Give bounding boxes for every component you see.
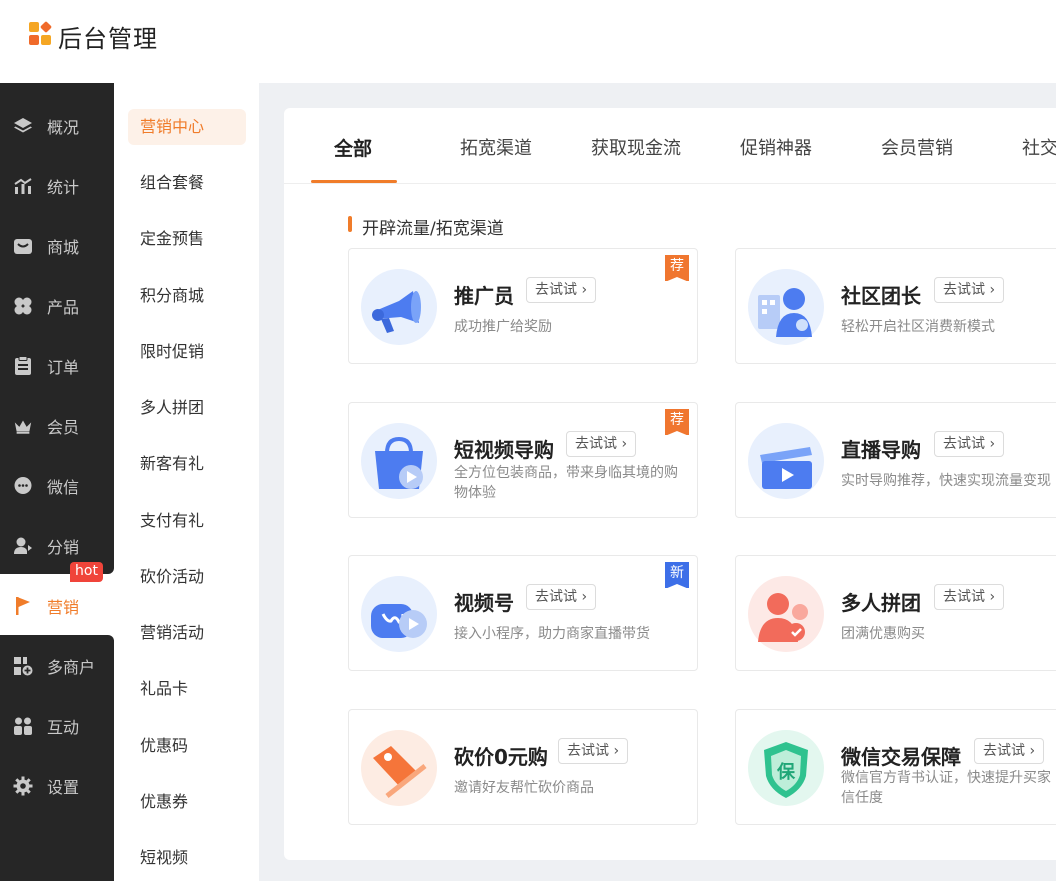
- clover-icon: [13, 296, 33, 316]
- svg-text:保: 保: [776, 761, 796, 783]
- sidebar-item-wechat[interactable]: 微信: [0, 456, 114, 516]
- card-title: 短视频导购: [454, 438, 554, 462]
- try-button[interactable]: 去试试 ›: [934, 277, 1005, 303]
- submenu-item[interactable]: 定金预售: [128, 221, 246, 257]
- sidebar-item-marketing[interactable]: hot 营销: [0, 562, 114, 636]
- tab-member-marketing[interactable]: 会员营销: [881, 134, 953, 160]
- tab-promotion[interactable]: 促销神器: [740, 134, 812, 160]
- app-title: 后台管理: [58, 25, 158, 53]
- card-description: 团满优惠购买: [841, 626, 925, 642]
- sidebar-item-order[interactable]: 订单: [0, 336, 114, 396]
- price-tag-icon: [361, 730, 437, 806]
- feature-card-wechat-guarantee[interactable]: 保 微信交易保障 去试试 › 微信官方背书认证，快速提升买家 信任度: [735, 709, 1056, 825]
- section-title: 开辟流量/拓宽渠道: [348, 214, 504, 239]
- shield-guarantee-icon: 保: [748, 730, 824, 806]
- sidebar-item-multi-merchant[interactable]: 多商户: [0, 636, 114, 696]
- submenu-item[interactable]: 组合套餐: [128, 165, 246, 201]
- clapperboard-icon: [748, 423, 824, 499]
- try-button[interactable]: 去试试 ›: [558, 738, 629, 764]
- sidebar-item-settings[interactable]: 设置: [0, 756, 114, 816]
- logo-icon: [29, 20, 53, 48]
- feature-card-channels[interactable]: 视频号 去试试 › 接入小程序，助力商家直播带货 新: [348, 555, 698, 671]
- try-button[interactable]: 去试试 ›: [566, 431, 637, 457]
- card-title: 直播导购: [841, 438, 921, 462]
- try-button[interactable]: 去试试 ›: [974, 738, 1045, 764]
- card-description: 成功推广给奖励: [454, 319, 552, 335]
- submenu-item[interactable]: 支付有礼: [128, 503, 246, 539]
- submenu-item[interactable]: 新客有礼: [128, 446, 246, 482]
- top-header: 后台管理: [0, 0, 1056, 83]
- mail-bag-icon: [13, 236, 33, 256]
- card-description: 接入小程序，助力商家直播带货: [454, 626, 650, 642]
- hot-badge: hot: [70, 562, 103, 582]
- sidebar-item-stats[interactable]: 统计: [0, 156, 114, 216]
- shopping-bag-play-icon: [361, 423, 437, 499]
- clipboard-icon: [13, 356, 33, 376]
- tab-cashflow[interactable]: 获取现金流: [591, 134, 681, 160]
- tab-channels[interactable]: 拓宽渠道: [460, 134, 532, 160]
- sidebar-item-interaction[interactable]: 互动: [0, 696, 114, 756]
- crown-icon: [13, 416, 33, 436]
- submenu-item-marketing-center[interactable]: 营销中心: [128, 109, 246, 145]
- tab-all[interactable]: 全部: [334, 134, 372, 161]
- tab-social[interactable]: 社交: [1022, 134, 1056, 160]
- card-title: 微信交易保障: [841, 745, 961, 769]
- submenu-item[interactable]: 砍价活动: [128, 559, 246, 595]
- sidebar-item-member[interactable]: 会员: [0, 396, 114, 456]
- submenu-item[interactable]: 短视频: [128, 840, 246, 876]
- content-panel: 全部 拓宽渠道 获取现金流 促销神器 会员营销 社交 开辟流量/拓宽渠道 推广员…: [284, 108, 1056, 860]
- feature-card-community-leader[interactable]: 社区团长 去试试 › 轻松开启社区消费新模式: [735, 248, 1056, 364]
- card-title: 社区团长: [841, 284, 921, 308]
- card-description: 微信官方背书认证，快速提升买家 信任度: [841, 770, 1051, 806]
- community-leader-icon: [748, 269, 824, 345]
- channels-icon: [361, 576, 437, 652]
- user-share-icon: [13, 536, 33, 556]
- group-icon: [13, 716, 33, 736]
- card-title: 推广员: [454, 284, 514, 308]
- submenu-item[interactable]: 积分商城: [128, 278, 246, 314]
- submenu-item[interactable]: 限时促销: [128, 334, 246, 370]
- submenu-item[interactable]: 优惠码: [128, 728, 246, 764]
- card-title: 视频号: [454, 591, 514, 615]
- sidebar-item-mall[interactable]: 商城: [0, 216, 114, 276]
- submenu-item[interactable]: 优惠券: [128, 784, 246, 820]
- feature-card-short-video-guide[interactable]: 短视频导购 去试试 › 全方位包装商品，带来身临其境的购物体验 荐: [348, 402, 698, 518]
- try-button[interactable]: 去试试 ›: [526, 584, 597, 610]
- layers-icon: [13, 116, 33, 136]
- secondary-menu: 营销中心 组合套餐 定金预售 积分商城 限时促销 多人拼团 新客有礼 支付有礼 …: [114, 83, 259, 881]
- megaphone-icon: [361, 269, 437, 345]
- new-badge: 新: [665, 562, 689, 589]
- feature-card-promoter[interactable]: 推广员 去试试 › 成功推广给奖励 荐: [348, 248, 698, 364]
- try-button[interactable]: 去试试 ›: [526, 277, 597, 303]
- card-description: 实时导购推荐，快速实现流量变现: [841, 473, 1051, 489]
- card-title: 砍价0元购: [454, 745, 548, 769]
- page: 后台管理 概况 统计 商城 产品 订单 会员 微信 分销 hot 营销 多商户 …: [0, 0, 1056, 881]
- sidebar-item-product[interactable]: 产品: [0, 276, 114, 336]
- card-title: 多人拼团: [841, 591, 921, 615]
- recommend-badge: 荐: [665, 409, 689, 436]
- recommend-badge: 荐: [665, 255, 689, 282]
- gear-icon: [13, 776, 33, 796]
- card-description: 邀请好友帮忙砍价商品: [454, 780, 594, 796]
- feature-card-bargain[interactable]: 砍价0元购 去试试 › 邀请好友帮忙砍价商品: [348, 709, 698, 825]
- flag-icon: [13, 596, 33, 616]
- sidebar-item-overview[interactable]: 概况: [0, 96, 114, 156]
- try-button[interactable]: 去试试 ›: [934, 431, 1005, 457]
- category-tabs: 全部 拓宽渠道 获取现金流 促销神器 会员营销 社交: [284, 108, 1056, 184]
- card-description: 全方位包装商品，带来身临其境的购物体验: [454, 465, 678, 501]
- feature-card-live-guide[interactable]: 直播导购 去试试 › 实时导购推荐，快速实现流量变现: [735, 402, 1056, 518]
- chat-bubble-icon: [13, 476, 33, 496]
- submenu-item[interactable]: 礼品卡: [128, 671, 246, 707]
- main-sidebar: 概况 统计 商城 产品 订单 会员 微信 分销 hot 营销 多商户 互动 设置: [0, 83, 114, 881]
- group-buy-icon: [748, 576, 824, 652]
- active-tab-indicator: [311, 180, 397, 183]
- submenu-item[interactable]: 多人拼团: [128, 390, 246, 426]
- card-description: 轻松开启社区消费新模式: [841, 319, 995, 335]
- stats-icon: [13, 176, 33, 196]
- try-button[interactable]: 去试试 ›: [934, 584, 1005, 610]
- submenu-item[interactable]: 营销活动: [128, 615, 246, 651]
- feature-card-group-buy[interactable]: 多人拼团 去试试 › 团满优惠购买: [735, 555, 1056, 671]
- store-plus-icon: [13, 656, 33, 676]
